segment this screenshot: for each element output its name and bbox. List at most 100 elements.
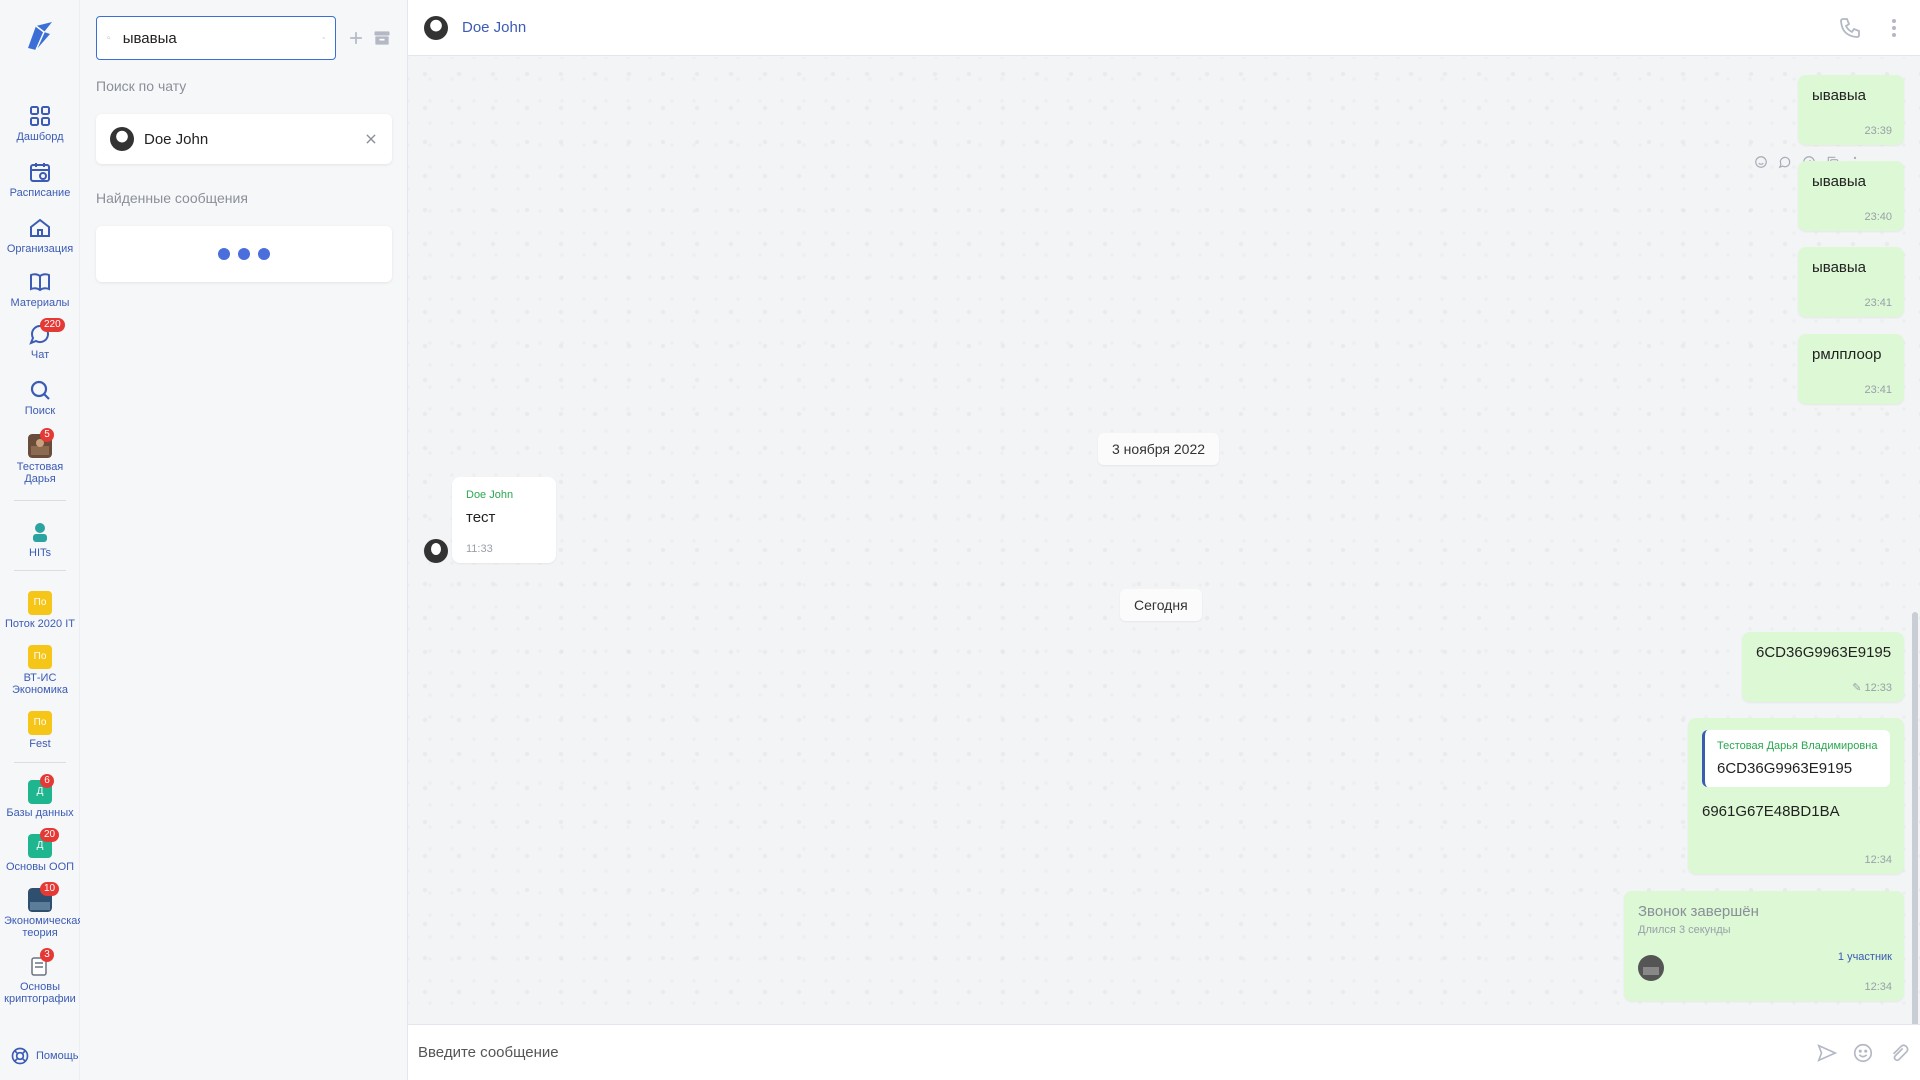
- chat-header: Doe John: [408, 0, 1920, 56]
- nav-group-0[interactable]: По Поток 2020 IT: [0, 591, 80, 630]
- home-icon: [30, 218, 50, 237]
- nav-dashboard[interactable]: Дашборд: [0, 104, 80, 143]
- message-text: ывавыа: [1812, 173, 1867, 190]
- message-time: 12:34: [1864, 854, 1892, 866]
- loading-dot: [238, 248, 250, 260]
- scrollbar[interactable]: [1912, 612, 1918, 1080]
- nav-schedule-label: Расписание: [9, 187, 71, 199]
- group-avatar: По: [28, 591, 52, 615]
- plus-icon[interactable]: [346, 28, 366, 48]
- message-incoming[interactable]: Doe John тест 11:33: [452, 477, 556, 563]
- nav-test-user[interactable]: Тестовая Дарья 5: [0, 428, 80, 485]
- call-summary[interactable]: Звонок завершён Длился 3 секунды 1 участ…: [1624, 891, 1904, 1001]
- nav-course-1[interactable]: Д Основы ООП 20: [0, 828, 80, 873]
- nav-chat-label: Чат: [30, 349, 50, 361]
- quoted-message[interactable]: Тестовая Дарья Владимировна 6CD36G9963E9…: [1702, 730, 1890, 787]
- nav-course-label: Экономическая теория: [4, 915, 84, 939]
- message-outgoing[interactable]: рмлплоор 23:41: [1798, 334, 1904, 404]
- message-text: ывавыа: [1812, 87, 1867, 104]
- message-time: 23:41: [1864, 297, 1892, 309]
- chat-search-label: Поиск по чату: [96, 78, 187, 94]
- participant-avatar[interactable]: [1638, 955, 1664, 981]
- message-reply[interactable]: Тестовая Дарья Владимировна 6CD36G9963E9…: [1688, 718, 1904, 874]
- nav-course-3[interactable]: Основы криптографии 3: [0, 948, 80, 1005]
- nav-materials-label: Материалы: [10, 297, 70, 309]
- nav-divider: [14, 570, 66, 571]
- message-outgoing[interactable]: ывавыа 23:40: [1798, 161, 1904, 231]
- help-link[interactable]: Помощь: [10, 1046, 79, 1066]
- nav-course-0[interactable]: Д Базы данных 6: [0, 774, 80, 819]
- phone-icon[interactable]: [1838, 16, 1862, 40]
- group-avatar: По: [28, 711, 52, 735]
- sender-avatar[interactable]: [424, 539, 448, 563]
- contact-name[interactable]: Doe John: [462, 19, 526, 36]
- nav-chat[interactable]: Чат 220: [0, 318, 80, 361]
- nav-schedule[interactable]: Расписание: [0, 160, 80, 199]
- search-icon: [107, 36, 111, 40]
- quoted-sender: Тестовая Дарья Владимировна: [1717, 740, 1878, 752]
- emoji-icon[interactable]: [1852, 1042, 1874, 1064]
- message-outgoing[interactable]: 6CD36G9963E9195 ✎ 12:33: [1742, 632, 1904, 702]
- nav-course-2[interactable]: Экономическая теория 10: [0, 882, 84, 939]
- more-vertical-icon[interactable]: [1882, 16, 1906, 40]
- book-icon: [30, 273, 50, 292]
- message-time-wrapper: ✎ 12:33: [1852, 681, 1892, 694]
- course-badge: 3: [40, 948, 54, 962]
- call-status: Звонок завершён: [1638, 903, 1759, 920]
- message-outgoing[interactable]: ывавыа 23:39: [1798, 75, 1904, 145]
- message-time: 23:41: [1864, 384, 1892, 396]
- nav-search-label: Поиск: [24, 405, 56, 417]
- archive-icon[interactable]: [372, 28, 392, 48]
- nav-group-1[interactable]: По ВТ-ИС Экономика: [0, 645, 80, 696]
- loading-dot: [218, 248, 230, 260]
- loading-dot: [258, 248, 270, 260]
- date-separator: 3 ноября 2022: [1098, 433, 1220, 465]
- message-time: 23:40: [1864, 211, 1892, 223]
- search-icon: [30, 380, 50, 400]
- nav-materials[interactable]: Материалы: [0, 270, 80, 309]
- message-outgoing[interactable]: ывавыа 23:41: [1798, 247, 1904, 317]
- nav-organization[interactable]: Организация: [0, 216, 80, 255]
- nav-divider: [14, 762, 66, 763]
- found-messages-label: Найденные сообщения: [96, 190, 248, 206]
- date-separator: Сегодня: [1120, 589, 1202, 621]
- message-text: 6961G67E48BD1BA: [1702, 803, 1840, 820]
- chat-result-item[interactable]: Doe John: [96, 114, 392, 164]
- app-logo-icon[interactable]: [22, 18, 58, 54]
- send-icon[interactable]: [1816, 1042, 1838, 1064]
- chat-area: Doe John ывавыа 23:39 ывавыа 23:40 ывавы…: [408, 0, 1920, 1080]
- close-icon[interactable]: [364, 132, 378, 146]
- message-time: 23:39: [1864, 125, 1892, 137]
- nav-course-label: Основы криптографии: [4, 981, 76, 1005]
- contact-avatar[interactable]: [424, 15, 448, 40]
- message-time: 12:34: [1864, 981, 1892, 993]
- chat-unread-badge: 220: [40, 318, 65, 332]
- message-composer: [408, 1024, 1920, 1080]
- attach-icon[interactable]: [1888, 1042, 1910, 1064]
- calendar-icon: [30, 163, 50, 182]
- nav-test-user-label: Тестовая Дарья: [16, 461, 64, 485]
- search-panel: Поиск по чату Doe John Найденные сообщен…: [80, 0, 408, 1080]
- nav-group-2[interactable]: По Fest: [0, 711, 80, 750]
- nav-hits-label: HITs: [29, 547, 51, 559]
- message-time: 11:33: [466, 543, 493, 555]
- nav-hits[interactable]: HITs: [0, 520, 80, 559]
- contact-avatar: [110, 127, 134, 151]
- help-label: Помощь: [36, 1050, 79, 1062]
- message-input[interactable]: [418, 1044, 1802, 1061]
- message-text: 6CD36G9963E9195: [1756, 644, 1892, 661]
- search-input[interactable]: [122, 29, 322, 47]
- nav-group-label: ВТ-ИС Экономика: [11, 672, 69, 696]
- message-text: рмлплоор: [1812, 346, 1882, 363]
- nav-search[interactable]: Поиск: [0, 378, 80, 417]
- clear-search-icon[interactable]: [322, 29, 325, 47]
- participants-count[interactable]: 1 участник: [1838, 951, 1892, 963]
- message-list[interactable]: ывавыа 23:39 ывавыа 23:40 ывавыа 23:41 р…: [408, 57, 1920, 1080]
- call-duration: Длился 3 секунды: [1638, 924, 1731, 936]
- reply-icon[interactable]: [1778, 155, 1792, 169]
- nav-organization-label: Организация: [6, 243, 74, 255]
- course-badge: 6: [40, 774, 54, 788]
- nav-course-label: Основы ООП: [5, 861, 75, 873]
- emoji-icon[interactable]: [1754, 155, 1768, 169]
- course-badge: 10: [40, 882, 60, 896]
